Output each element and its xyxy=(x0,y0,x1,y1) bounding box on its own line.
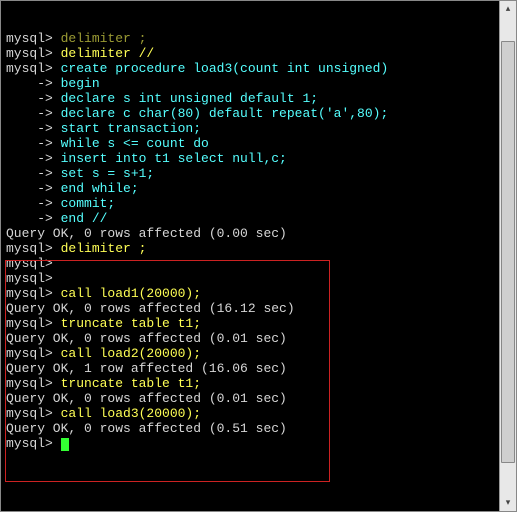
prompt-line: mysql> create procedure load3(count int … xyxy=(6,61,516,76)
prompt-text: -> xyxy=(6,196,53,211)
prompt-line: mysql> truncate table t1; xyxy=(6,316,516,331)
prompt-line: mysql> xyxy=(6,436,516,451)
prompt-text: mysql> xyxy=(6,376,53,391)
prompt-text: mysql> xyxy=(6,406,53,421)
prompt-text: -> xyxy=(6,106,53,121)
output-text: Query OK, 0 rows affected (0.00 sec) xyxy=(6,226,287,241)
prompt-line: -> begin xyxy=(6,76,516,91)
scroll-up-arrow-icon[interactable]: ▴ xyxy=(500,1,516,17)
prompt-text: -> xyxy=(6,151,53,166)
prompt-text: mysql> xyxy=(6,241,53,256)
prompt-text: -> xyxy=(6,76,53,91)
prompt-text: -> xyxy=(6,136,53,151)
command-text: truncate table t1; xyxy=(53,376,201,391)
output-line: Query OK, 0 rows affected (0.01 sec) xyxy=(6,331,516,346)
command-text: truncate table t1; xyxy=(53,316,201,331)
prompt-text: -> xyxy=(6,91,53,106)
command-text: commit; xyxy=(53,196,115,211)
prompt-line: mysql> truncate table t1; xyxy=(6,376,516,391)
cursor xyxy=(61,438,69,451)
scrollbar-thumb[interactable] xyxy=(501,41,515,463)
command-text: set s = s+1; xyxy=(53,166,154,181)
prompt-text: mysql> xyxy=(6,61,53,76)
vertical-scrollbar[interactable]: ▴ ▾ xyxy=(499,1,516,511)
output-text: Query OK, 1 row affected (16.06 sec) xyxy=(6,361,287,376)
command-text: end while; xyxy=(53,181,139,196)
command-text: begin xyxy=(53,76,100,91)
prompt-line: -> start transaction; xyxy=(6,121,516,136)
prompt-line: -> declare c char(80) default repeat('a'… xyxy=(6,106,516,121)
command-text: delimiter ; xyxy=(53,31,147,46)
prompt-line: mysql> delimiter // xyxy=(6,46,516,61)
prompt-line: -> commit; xyxy=(6,196,516,211)
terminal-output-area: mysql> delimiter ;mysql> delimiter //mys… xyxy=(1,31,516,451)
prompt-line: -> declare s int unsigned default 1; xyxy=(6,91,516,106)
command-text: call load2(20000); xyxy=(53,346,201,361)
prompt-line: mysql> xyxy=(6,256,516,271)
prompt-line: -> end // xyxy=(6,211,516,226)
command-text: delimiter ; xyxy=(53,241,147,256)
command-text: declare s int unsigned default 1; xyxy=(53,91,318,106)
prompt-line: mysql> xyxy=(6,271,516,286)
command-text: call load1(20000); xyxy=(53,286,201,301)
output-text: Query OK, 0 rows affected (0.01 sec) xyxy=(6,391,287,406)
output-line: Query OK, 1 row affected (16.06 sec) xyxy=(6,361,516,376)
prompt-text: mysql> xyxy=(6,256,53,271)
scroll-down-arrow-icon[interactable]: ▾ xyxy=(500,495,516,511)
prompt-line: -> insert into t1 select null,c; xyxy=(6,151,516,166)
prompt-text: mysql> xyxy=(6,271,53,286)
prompt-line: -> end while; xyxy=(6,181,516,196)
command-text: call load3(20000); xyxy=(53,406,201,421)
output-line: Query OK, 0 rows affected (0.01 sec) xyxy=(6,391,516,406)
command-text: insert into t1 select null,c; xyxy=(53,151,287,166)
prompt-line: mysql> delimiter ; xyxy=(6,241,516,256)
output-text: Query OK, 0 rows affected (0.51 sec) xyxy=(6,421,287,436)
output-line: Query OK, 0 rows affected (0.51 sec) xyxy=(6,421,516,436)
prompt-text: mysql> xyxy=(6,316,53,331)
prompt-text: -> xyxy=(6,181,53,196)
terminal-window[interactable]: mysql> delimiter ;mysql> delimiter //mys… xyxy=(0,0,517,512)
command-text: declare c char(80) default repeat('a',80… xyxy=(53,106,388,121)
prompt-line: -> set s = s+1; xyxy=(6,166,516,181)
command-text: while s <= count do xyxy=(53,136,209,151)
prompt-text: mysql> xyxy=(6,436,53,451)
prompt-text: mysql> xyxy=(6,286,53,301)
output-line: Query OK, 0 rows affected (16.12 sec) xyxy=(6,301,516,316)
prompt-line: -> while s <= count do xyxy=(6,136,516,151)
output-text: Query OK, 0 rows affected (0.01 sec) xyxy=(6,331,287,346)
prompt-text: mysql> xyxy=(6,46,53,61)
prompt-line: mysql> call load2(20000); xyxy=(6,346,516,361)
prompt-line: mysql> delimiter ; xyxy=(6,31,516,46)
command-text xyxy=(53,436,61,451)
output-line: Query OK, 0 rows affected (0.00 sec) xyxy=(6,226,516,241)
command-text: start transaction; xyxy=(53,121,201,136)
prompt-line: mysql> call load3(20000); xyxy=(6,406,516,421)
prompt-line: mysql> call load1(20000); xyxy=(6,286,516,301)
command-text: end // xyxy=(53,211,108,226)
prompt-text: mysql> xyxy=(6,346,53,361)
command-text: delimiter // xyxy=(53,46,154,61)
prompt-text: -> xyxy=(6,211,53,226)
prompt-text: -> xyxy=(6,166,53,181)
command-text: create procedure load3(count int unsigne… xyxy=(53,61,388,76)
prompt-text: mysql> xyxy=(6,31,53,46)
output-text: Query OK, 0 rows affected (16.12 sec) xyxy=(6,301,295,316)
prompt-text: -> xyxy=(6,121,53,136)
